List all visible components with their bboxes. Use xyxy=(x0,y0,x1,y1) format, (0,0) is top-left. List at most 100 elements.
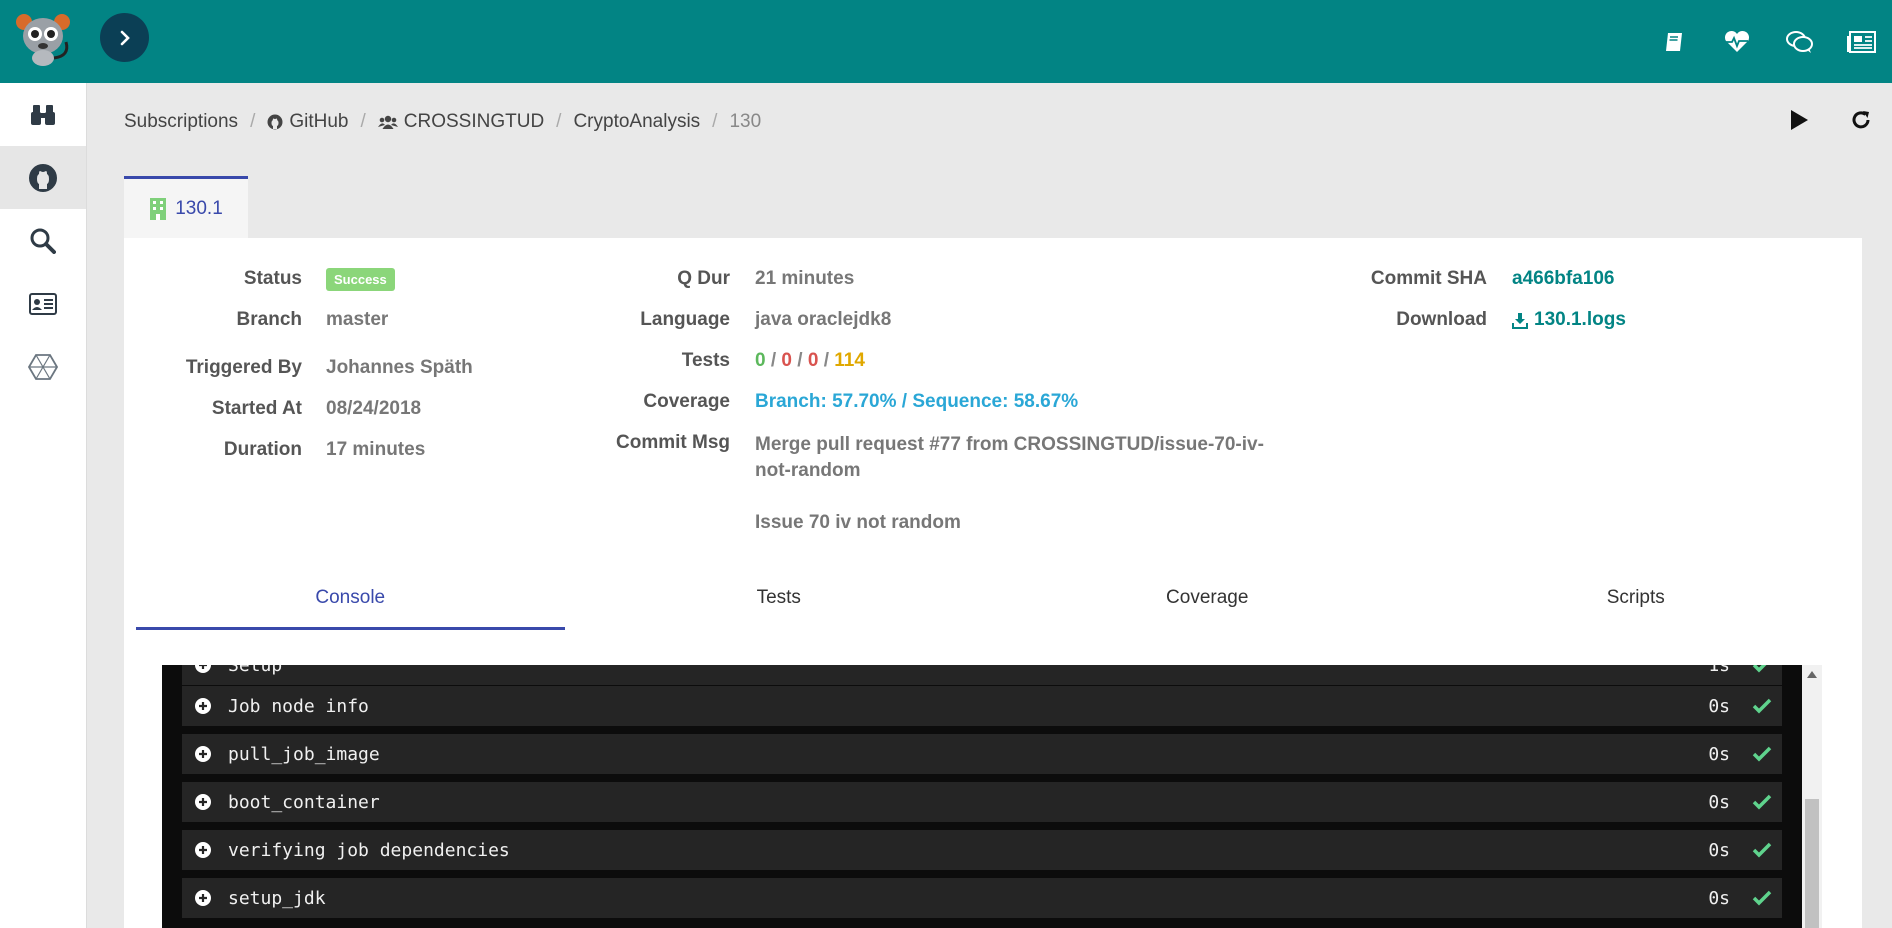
status-label: Status xyxy=(243,268,302,289)
coverage-row: Coverage Branch: 57.70% / Sequence: 58.6… xyxy=(544,391,1364,432)
tests-summary: 0 / 0 / 0 / 114 xyxy=(755,350,865,372)
chevron-right-icon xyxy=(120,30,130,45)
tab-tests[interactable]: Tests xyxy=(565,568,994,630)
build-details-panel: Status Success Branch master Triggered B… xyxy=(124,238,1862,928)
sidebar xyxy=(0,83,87,928)
breadcrumb-org[interactable]: CROSSINGTUD xyxy=(377,111,544,133)
tests-label: Tests xyxy=(681,350,730,371)
console-row-name: pull_job_image xyxy=(228,743,380,765)
id-card-icon xyxy=(29,292,57,315)
breadcrumb-separator: / xyxy=(712,111,718,132)
tests-skipped: 114 xyxy=(834,350,865,371)
console-scrollbar[interactable] xyxy=(1802,665,1822,928)
hexagon-icon xyxy=(28,353,58,380)
tab-console[interactable]: Console xyxy=(136,568,565,630)
refresh-button[interactable] xyxy=(1830,100,1892,140)
build-tab[interactable]: 130.1 xyxy=(124,176,248,238)
book-icon[interactable] xyxy=(1644,0,1706,83)
console-row[interactable]: setup_jdk 0s xyxy=(182,878,1782,918)
chat-icon[interactable] xyxy=(1768,0,1830,83)
console-row-duration: 0s xyxy=(1708,839,1730,861)
console-row[interactable]: boot_container 0s xyxy=(182,782,1782,822)
content-tabs: Console Tests Coverage Scripts xyxy=(136,568,1850,630)
language-label: Language xyxy=(640,309,730,330)
sidebar-item-explore[interactable] xyxy=(0,83,86,146)
language-value: java oraclejdk8 xyxy=(755,309,892,330)
tab-coverage[interactable]: Coverage xyxy=(993,568,1422,630)
coverage-label: Coverage xyxy=(643,391,730,412)
duration-label: Duration xyxy=(223,439,302,460)
console-row[interactable]: Job node info 0s xyxy=(182,686,1782,726)
branch-row: Branch master xyxy=(124,309,524,357)
heartbeat-icon[interactable] xyxy=(1706,0,1768,83)
sidebar-item-profile[interactable] xyxy=(0,272,86,335)
building-icon xyxy=(150,197,167,220)
expand-icon[interactable] xyxy=(182,794,224,810)
commit-msg-label: Commit Msg xyxy=(616,432,730,453)
console-row-duration: 1s xyxy=(1708,665,1730,676)
branch-value: master xyxy=(326,309,389,330)
qdur-row: Q Dur 21 minutes xyxy=(544,268,1364,309)
download-logs-link[interactable]: 130.1.logs xyxy=(1512,309,1626,331)
started-row: Started At 08/24/2018 xyxy=(124,398,524,439)
lemur-logo-icon[interactable] xyxy=(14,12,72,66)
commit-msg-value: Merge pull request #77 from CROSSINGTUD/… xyxy=(755,432,1315,536)
triggered-value: Johannes Späth xyxy=(326,357,473,378)
scroll-up-arrow-icon[interactable] xyxy=(1807,671,1817,678)
console-row-name: Job node info xyxy=(228,695,369,717)
sidebar-item-github[interactable] xyxy=(0,146,86,209)
started-label: Started At xyxy=(211,398,302,419)
commit-msg-line2: not-random xyxy=(755,460,861,481)
breadcrumb-repo[interactable]: CryptoAnalysis xyxy=(573,111,700,133)
console-row-name: verifying job dependencies xyxy=(228,839,510,861)
build-tab-label: 130.1 xyxy=(175,197,223,219)
breadcrumb-github[interactable]: GitHub xyxy=(267,111,348,133)
tests-passed: 0 xyxy=(755,350,766,371)
duration-row: Duration 17 minutes xyxy=(124,439,524,480)
commit-sha-link[interactable]: a466bfa106 xyxy=(1512,268,1614,290)
run-button[interactable] xyxy=(1768,100,1830,140)
language-row: Language java oraclejdk8 xyxy=(544,309,1364,350)
status-badge: Success xyxy=(326,268,395,291)
breadcrumb-separator: / xyxy=(250,111,256,132)
expand-icon[interactable] xyxy=(182,842,224,858)
tests-separator: / xyxy=(770,350,777,371)
tests-errors: 0 xyxy=(807,350,819,371)
search-icon xyxy=(30,228,56,254)
tests-row: Tests 0 / 0 / 0 / 114 xyxy=(544,350,1364,391)
sidebar-toggle-button[interactable] xyxy=(100,13,149,62)
console-log[interactable]: Setup 1s Job node info 0s pull_job_image… xyxy=(162,665,1822,928)
sidebar-item-search[interactable] xyxy=(0,209,86,272)
tab-scripts[interactable]: Scripts xyxy=(1422,568,1851,630)
tests-separator: / xyxy=(823,350,829,371)
sidebar-item-nodes[interactable] xyxy=(0,335,86,398)
expand-icon[interactable] xyxy=(182,698,224,714)
triggered-label: Triggered By xyxy=(185,357,302,378)
console-row-duration: 0s xyxy=(1708,887,1730,909)
expand-icon[interactable] xyxy=(182,890,224,906)
newspaper-icon[interactable] xyxy=(1830,0,1892,83)
users-icon xyxy=(377,115,398,129)
check-icon xyxy=(1742,842,1782,858)
qdur-label: Q Dur xyxy=(677,268,730,289)
console-row[interactable]: pull_job_image 0s xyxy=(182,734,1782,774)
github-icon xyxy=(29,163,57,192)
scrollbar-thumb[interactable] xyxy=(1805,799,1819,928)
started-value: 08/24/2018 xyxy=(326,398,422,419)
commit-msg-body: Issue 70 iv not random xyxy=(755,512,961,533)
tests-separator: / xyxy=(797,350,803,371)
coverage-value: Branch: 57.70% / Sequence: 58.67% xyxy=(755,391,1079,412)
download-icon xyxy=(1512,312,1528,329)
console-row[interactable]: Setup 1s xyxy=(182,665,1782,685)
console-row-name: setup_jdk xyxy=(228,887,326,909)
download-row: Download 130.1.logs xyxy=(1304,309,1804,350)
commit-sha-row: Commit SHA a466bfa106 xyxy=(1304,268,1804,309)
expand-icon[interactable] xyxy=(182,746,224,762)
commit-msg-row: Commit Msg Merge pull request #77 from C… xyxy=(544,432,1364,536)
expand-icon[interactable] xyxy=(182,665,224,673)
check-icon xyxy=(1742,665,1782,673)
breadcrumb-subscriptions[interactable]: Subscriptions xyxy=(124,111,238,133)
check-icon xyxy=(1742,890,1782,906)
check-icon xyxy=(1742,698,1782,714)
console-row[interactable]: verifying job dependencies 0s xyxy=(182,830,1782,870)
